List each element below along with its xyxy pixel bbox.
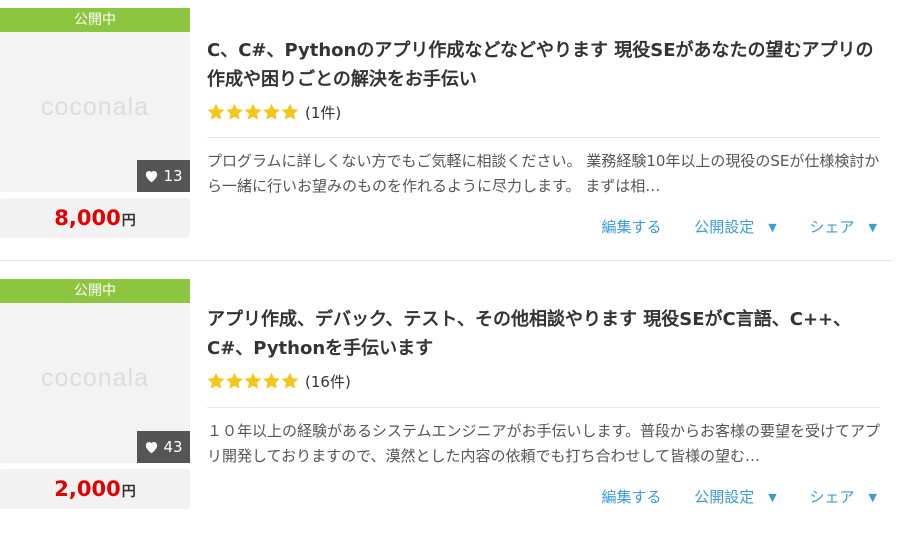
star-icon [207, 103, 299, 120]
star-icon [207, 372, 299, 389]
service-thumbnail[interactable]: coconala 13 [0, 32, 190, 192]
rating: (16件) [207, 370, 351, 394]
rating: (1件) [207, 101, 341, 125]
favorite-count-value: 43 [163, 438, 183, 456]
service-title[interactable]: アプリ作成、デバック、テスト、その他相談やります 現役SEがC言語、C++、C#… [207, 305, 882, 363]
coconala-logo: coconala [40, 364, 150, 392]
heart-icon [144, 433, 159, 463]
listing-actions: 編集する 公開設定 ▼ シェア ▼ [587, 486, 877, 507]
listing-divider [0, 260, 893, 261]
price-box: 2,000円 [0, 469, 190, 509]
price-currency: 円 [121, 213, 136, 229]
coconala-logo: coconala [40, 93, 150, 121]
favorite-count: 43 [137, 431, 190, 463]
service-title[interactable]: C、C#、Pythonのアプリ作成などなどやります 現役SEがあなたの望むアプリ… [207, 36, 882, 94]
service-thumbnail[interactable]: coconala 43 [0, 303, 190, 463]
heart-icon [144, 162, 159, 192]
service-description: プログラムに詳しくない方でもご気軽に相談ください。 業務経験10年以上の現役のS… [207, 152, 880, 195]
service-description: １０年以上の経験があるシステムエンジニアがお手伝いします。普段からお客様の要望を… [207, 422, 881, 465]
favorite-count-value: 13 [163, 167, 183, 185]
divider [207, 407, 880, 408]
star-rating [207, 103, 299, 128]
caret-down-icon: ▼ [868, 491, 877, 504]
share-dropdown[interactable]: シェア ▼ [796, 488, 877, 506]
divider [207, 137, 880, 138]
review-count: (16件) [305, 373, 351, 391]
publish-settings-dropdown[interactable]: 公開設定 ▼ [680, 488, 776, 506]
publish-settings-dropdown[interactable]: 公開設定 ▼ [680, 218, 776, 236]
status-badge: 公開中 [0, 279, 190, 303]
price-amount: 8,000 [54, 206, 121, 230]
favorite-count: 13 [137, 160, 190, 192]
price-currency: 円 [121, 484, 136, 500]
price-amount: 2,000 [54, 477, 121, 501]
star-rating [207, 372, 299, 397]
share-dropdown[interactable]: シェア ▼ [796, 218, 877, 236]
status-badge: 公開中 [0, 8, 190, 32]
review-count: (1件) [305, 104, 342, 122]
publish-settings-label: 公開設定 [694, 488, 755, 506]
caret-down-icon: ▼ [768, 491, 777, 504]
caret-down-icon: ▼ [768, 221, 777, 234]
listing-actions: 編集する 公開設定 ▼ シェア ▼ [587, 216, 877, 237]
caret-down-icon: ▼ [868, 221, 877, 234]
publish-settings-label: 公開設定 [694, 218, 755, 236]
share-label: シェア [809, 488, 855, 506]
edit-link[interactable]: 編集する [601, 218, 661, 236]
share-label: シェア [809, 218, 855, 236]
edit-link[interactable]: 編集する [601, 488, 661, 506]
price-box: 8,000円 [0, 198, 190, 238]
